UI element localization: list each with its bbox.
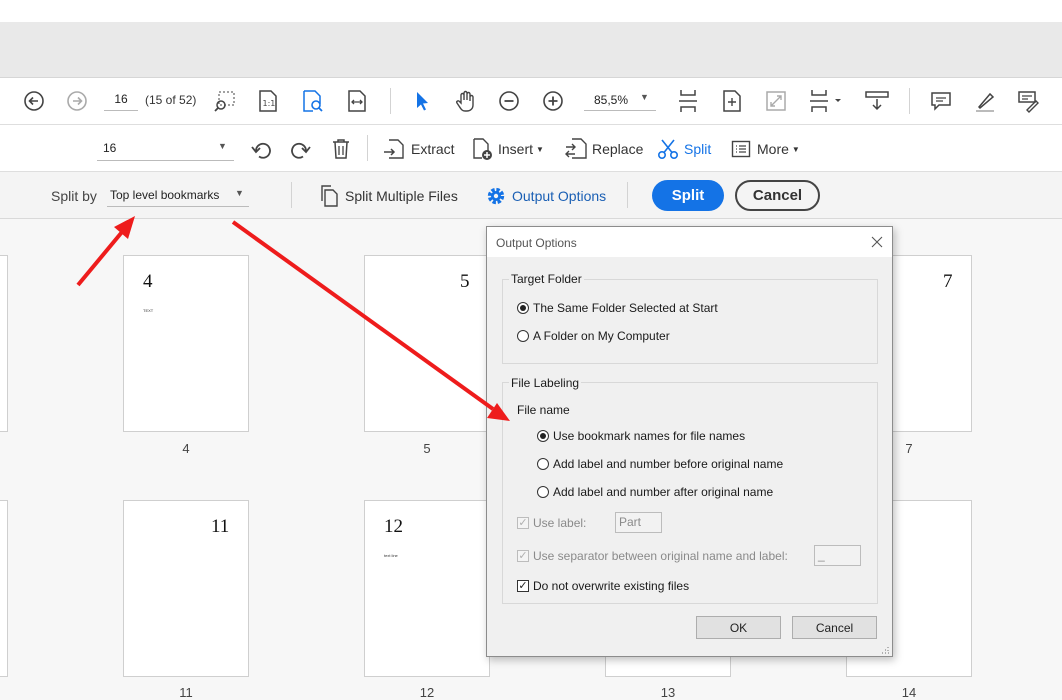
arrow-to-split-by [76,230,124,287]
arrow-to-file-name [231,220,495,411]
annotation-arrows [76,216,510,421]
